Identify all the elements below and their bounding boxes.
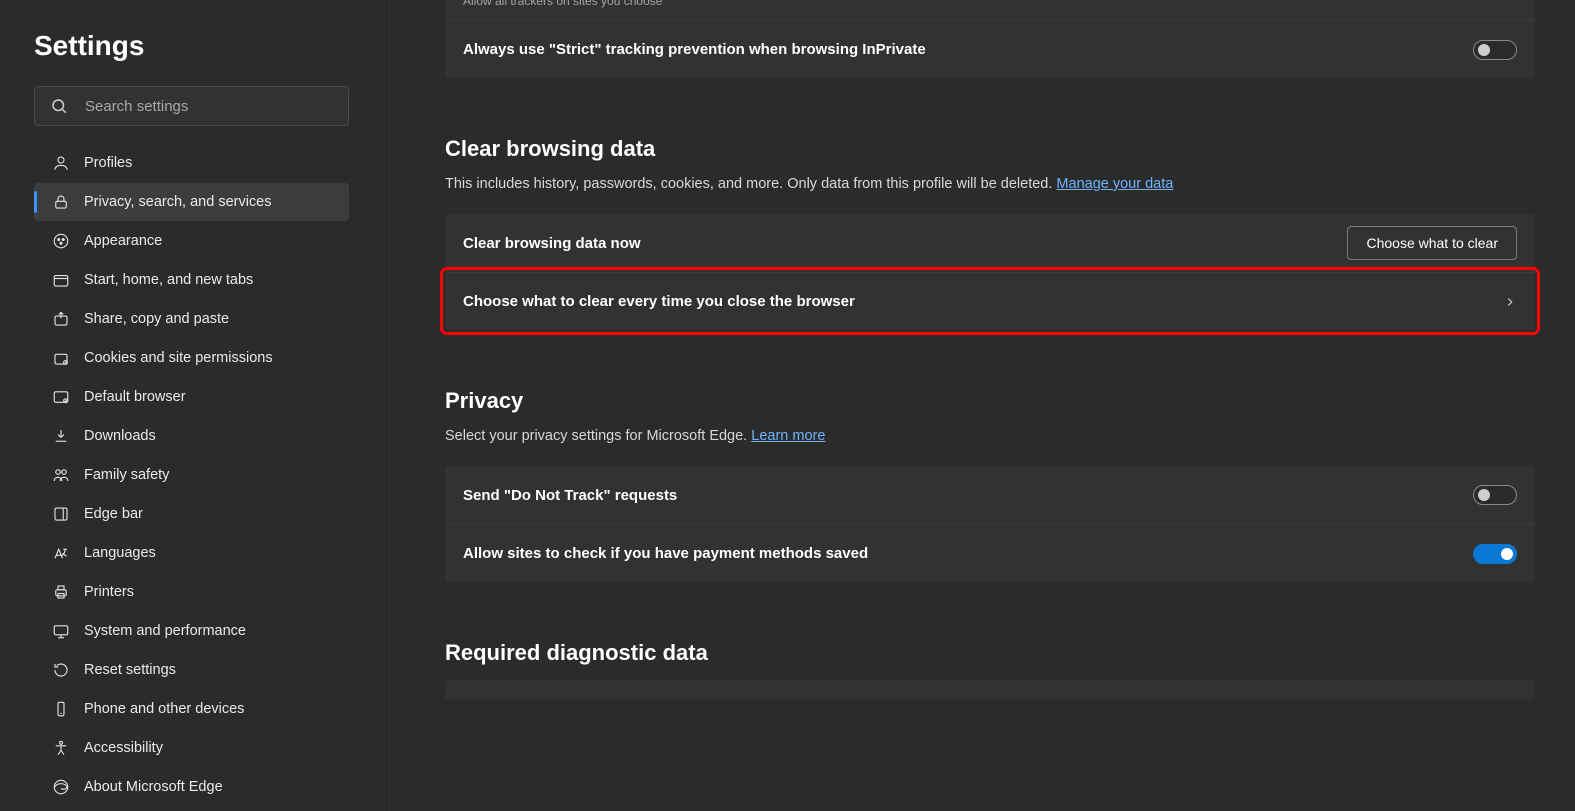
sidebar-item-profile[interactable]: Profiles xyxy=(34,144,349,182)
tabs-icon xyxy=(52,271,70,289)
privacy-desc-text: Select your privacy settings for Microso… xyxy=(445,428,751,444)
page-title: Settings xyxy=(34,30,369,62)
settings-sidebar: Settings Profiles Privacy, search, and se… xyxy=(0,0,390,811)
sidebar-item-label: Profiles xyxy=(84,155,132,171)
sidebar-item-label: Reset settings xyxy=(84,662,176,678)
sidebar-item-label: Default browser xyxy=(84,389,186,405)
sidebar-item-cookies[interactable]: Cookies and site permissions xyxy=(34,339,349,377)
printers-icon xyxy=(52,583,70,601)
sidebar-item-label: Printers xyxy=(84,584,134,600)
sidebar-item-printers[interactable]: Printers xyxy=(34,573,349,611)
search-icon xyxy=(50,97,68,115)
search-wrap xyxy=(34,86,369,126)
sidebar-item-family[interactable]: Family safety xyxy=(34,456,349,494)
sidebar-item-label: Edge bar xyxy=(84,506,143,522)
clear-data-desc-text: This includes history, passwords, cookie… xyxy=(445,176,1056,192)
browser-icon xyxy=(52,388,70,406)
sidebar-item-label: Accessibility xyxy=(84,740,163,756)
sidebar-item-appearance[interactable]: Appearance xyxy=(34,222,349,260)
sidebar-item-label: Languages xyxy=(84,545,156,561)
clear-on-close-row[interactable]: Choose what to clear every time you clos… xyxy=(445,272,1535,330)
share-icon xyxy=(52,310,70,328)
sidebar-item-share[interactable]: Share, copy and paste xyxy=(34,300,349,338)
sidebar-item-label: Phone and other devices xyxy=(84,701,244,717)
sidebar-item-label: Start, home, and new tabs xyxy=(84,272,253,288)
sidebar-item-label: Share, copy and paste xyxy=(84,311,229,327)
sidebar-item-label: System and performance xyxy=(84,623,246,639)
dnt-row: Send "Do Not Track" requests xyxy=(445,466,1535,524)
edgebar-icon xyxy=(52,505,70,523)
appearance-icon xyxy=(52,232,70,250)
sidebar-item-phone[interactable]: Phone and other devices xyxy=(34,690,349,728)
sidebar-item-edge[interactable]: About Microsoft Edge xyxy=(34,768,349,806)
privacy-title: Privacy xyxy=(445,388,1535,414)
sidebar-item-lock[interactable]: Privacy, search, and services xyxy=(34,183,349,221)
choose-what-to-clear-button[interactable]: Choose what to clear xyxy=(1347,226,1517,260)
clear-on-close-label: Choose what to clear every time you clos… xyxy=(463,293,855,310)
clear-data-card: Clear browsing data now Choose what to c… xyxy=(445,214,1535,330)
strict-inprivate-row: Always use "Strict" tracking prevention … xyxy=(445,20,1535,78)
manage-your-data-link[interactable]: Manage your data xyxy=(1056,176,1173,192)
clear-now-label: Clear browsing data now xyxy=(463,235,641,252)
clear-data-desc: This includes history, passwords, cookie… xyxy=(445,176,1535,192)
exceptions-row[interactable]: Exceptions Allow all trackers on sites y… xyxy=(445,0,1535,20)
diagnostic-card-cut xyxy=(445,680,1535,700)
privacy-desc: Select your privacy settings for Microso… xyxy=(445,428,1535,444)
family-icon xyxy=(52,466,70,484)
search-input[interactable] xyxy=(34,86,349,126)
exceptions-sub: Allow all trackers on sites you choose xyxy=(463,0,662,8)
privacy-card: Send "Do Not Track" requests Allow sites… xyxy=(445,466,1535,582)
payment-check-label: Allow sites to check if you have payment… xyxy=(463,545,868,562)
settings-main: Exceptions Allow all trackers on sites y… xyxy=(390,0,1575,811)
reset-icon xyxy=(52,661,70,679)
sidebar-item-browser[interactable]: Default browser xyxy=(34,378,349,416)
accessibility-icon xyxy=(52,739,70,757)
sidebar-item-download[interactable]: Downloads xyxy=(34,417,349,455)
cookies-icon xyxy=(52,349,70,367)
sidebar-item-label: About Microsoft Edge xyxy=(84,779,223,795)
sidebar-item-tabs[interactable]: Start, home, and new tabs xyxy=(34,261,349,299)
languages-icon xyxy=(52,544,70,562)
system-icon xyxy=(52,622,70,640)
clear-now-row: Clear browsing data now Choose what to c… xyxy=(445,214,1535,272)
sidebar-item-label: Cookies and site permissions xyxy=(84,350,273,366)
sidebar-item-accessibility[interactable]: Accessibility xyxy=(34,729,349,767)
strict-inprivate-toggle[interactable] xyxy=(1473,40,1517,60)
profile-icon xyxy=(52,154,70,172)
payment-check-row: Allow sites to check if you have payment… xyxy=(445,524,1535,582)
download-icon xyxy=(52,427,70,445)
sidebar-item-label: Family safety xyxy=(84,467,169,483)
tracking-prevention-card: Exceptions Allow all trackers on sites y… xyxy=(445,0,1535,78)
sidebar-item-label: Appearance xyxy=(84,233,162,249)
sidebar-item-label: Privacy, search, and services xyxy=(84,194,272,210)
sidebar-item-edgebar[interactable]: Edge bar xyxy=(34,495,349,533)
diagnostic-title: Required diagnostic data xyxy=(445,640,1535,666)
sidebar-item-label: Downloads xyxy=(84,428,156,444)
privacy-learn-more-link[interactable]: Learn more xyxy=(751,428,825,444)
dnt-label: Send "Do Not Track" requests xyxy=(463,487,677,504)
chevron-right-icon xyxy=(1503,295,1517,309)
payment-check-toggle[interactable] xyxy=(1473,544,1517,564)
clear-data-title: Clear browsing data xyxy=(445,136,1535,162)
sidebar-item-system[interactable]: System and performance xyxy=(34,612,349,650)
sidebar-item-reset[interactable]: Reset settings xyxy=(34,651,349,689)
sidebar-nav: Profiles Privacy, search, and services App… xyxy=(34,144,369,806)
dnt-toggle[interactable] xyxy=(1473,485,1517,505)
sidebar-item-languages[interactable]: Languages xyxy=(34,534,349,572)
phone-icon xyxy=(52,700,70,718)
strict-inprivate-label: Always use "Strict" tracking prevention … xyxy=(463,41,926,58)
lock-icon xyxy=(52,193,70,211)
edge-icon xyxy=(52,778,70,796)
